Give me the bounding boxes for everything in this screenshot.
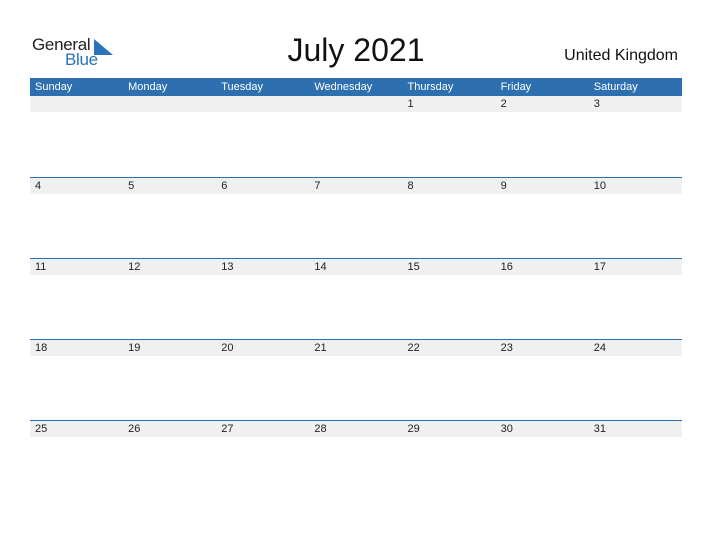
day-cell: 8 <box>407 180 414 192</box>
date-strip: 1 2 3 <box>30 96 682 112</box>
day-cell <box>30 96 123 112</box>
week-row: 18 19 20 21 22 23 24 <box>30 339 682 420</box>
day-cell: 6 <box>221 180 228 192</box>
weekday-friday: Friday <box>500 81 532 93</box>
day-cell: 23 <box>500 342 513 354</box>
day-cell: 13 <box>221 261 234 273</box>
weekday-saturday: Saturday <box>593 81 638 93</box>
day-cell: 26 <box>128 423 141 435</box>
date-strip: 25 26 27 28 29 30 31 <box>30 421 682 437</box>
day-cell: 20 <box>221 342 234 354</box>
calendar-weeks: 1 2 3 4 5 6 7 8 9 10 11 12 13 14 15 16 17 18 19 20 21 22 23 24 2… <box>30 96 682 501</box>
weekday-monday: Monday <box>128 81 168 93</box>
day-cell: 27 <box>221 423 234 435</box>
day-cell: 11 <box>35 261 47 273</box>
day-cell: 16 <box>500 261 513 273</box>
week-row: 4 5 6 7 8 9 10 <box>30 177 682 258</box>
day-cell <box>123 96 216 112</box>
day-cell: 30 <box>500 423 513 435</box>
day-cell: 31 <box>593 423 606 435</box>
day-cell: 28 <box>314 423 327 435</box>
day-cell: 10 <box>593 180 606 192</box>
day-cell <box>216 96 309 112</box>
day-cell: 15 <box>407 261 420 273</box>
day-cell: 29 <box>407 423 420 435</box>
date-strip: 11 12 13 14 15 16 17 <box>30 259 682 275</box>
day-cell <box>309 96 402 112</box>
day-cell: 17 <box>593 261 606 273</box>
day-cell: 12 <box>128 261 141 273</box>
day-cell: 22 <box>407 342 420 354</box>
week-row: 25 26 27 28 29 30 31 <box>30 420 682 501</box>
week-row: 11 12 13 14 15 16 17 <box>30 258 682 339</box>
day-cell: 19 <box>128 342 141 354</box>
day-cell: 1 <box>407 98 414 110</box>
date-strip: 18 19 20 21 22 23 24 <box>30 340 682 356</box>
day-cell: 14 <box>314 261 327 273</box>
weekday-thursday: Thursday <box>407 81 454 93</box>
day-cell: 18 <box>35 342 48 354</box>
day-cell: 24 <box>593 342 606 354</box>
day-cell: 5 <box>128 180 135 192</box>
day-cell: 3 <box>593 98 600 110</box>
weekday-tuesday: Tuesday <box>221 81 264 93</box>
weekday-sunday: Sunday <box>35 81 73 93</box>
country-label: United Kingdom <box>564 47 678 64</box>
calendar: Sunday Monday Tuesday Wednesday Thursday… <box>30 78 682 501</box>
day-cell: 2 <box>500 98 507 110</box>
day-cell: 9 <box>500 180 507 192</box>
day-cell: 7 <box>314 180 321 192</box>
day-cell: 21 <box>314 342 327 354</box>
weekday-wednesday: Wednesday <box>314 81 373 93</box>
week-row: 1 2 3 <box>30 96 682 177</box>
date-strip: 4 5 6 7 8 9 10 <box>30 178 682 194</box>
day-cell: 25 <box>35 423 48 435</box>
day-cell: 4 <box>35 180 42 192</box>
weekday-header: Sunday Monday Tuesday Wednesday Thursday… <box>30 78 682 96</box>
